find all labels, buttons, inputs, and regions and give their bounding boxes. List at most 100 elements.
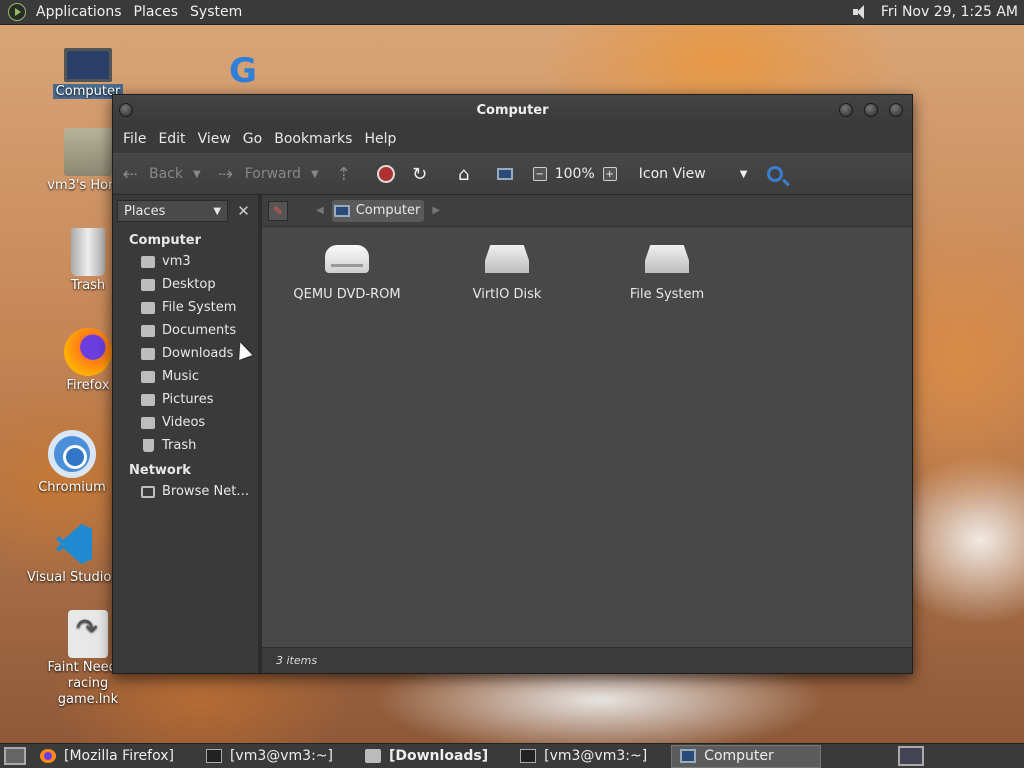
sidebar-item-music[interactable]: Music <box>113 365 258 388</box>
zoom-out-button[interactable]: − <box>532 167 547 181</box>
item-count: 3 items <box>276 654 318 667</box>
sidebar-selector[interactable]: Places ▼ <box>117 200 229 222</box>
menu-bookmarks[interactable]: Bookmarks <box>268 131 358 147</box>
top-menu: Applications Places System <box>30 0 248 24</box>
taskbar: [Mozilla Firefox] [vm3@vm3:~] [Downloads… <box>0 743 1024 768</box>
stop-button[interactable] <box>376 165 395 183</box>
network-icon <box>141 485 155 498</box>
computer-button[interactable] <box>496 168 519 180</box>
task-firefox[interactable]: [Mozilla Firefox] <box>32 745 182 768</box>
system-menu[interactable]: System <box>184 0 248 25</box>
sidebar-item-label: Videos <box>162 415 206 430</box>
places-menu[interactable]: Places <box>128 0 185 25</box>
menu-file[interactable]: File <box>117 131 152 147</box>
reload-icon: ↻ <box>412 163 428 185</box>
window-menu-icon[interactable] <box>119 103 133 117</box>
desktop-icon-label: Chromium <box>38 480 106 495</box>
menu-edit[interactable]: Edit <box>152 131 191 147</box>
reload-button[interactable]: ↻ <box>409 163 439 185</box>
view-mode-select[interactable]: Icon View ▼ <box>639 166 748 182</box>
content-pane: ✎ ◀ Computer ▶ QEMU DVD-ROM VirtIO Disk … <box>262 195 912 673</box>
home-button[interactable]: ⌂ <box>453 163 483 185</box>
zoom-controls: − 100% + <box>532 166 625 182</box>
desktop-icon-chromium[interactable]: Chromium <box>22 430 122 499</box>
desktop-icon-vscode[interactable]: Visual Studio Code <box>24 520 124 589</box>
firefox-icon <box>64 328 112 376</box>
menu-help[interactable]: Help <box>358 131 402 147</box>
chevron-down-icon: ▼ <box>213 205 222 217</box>
forward-history-caret[interactable]: ▼ <box>311 169 319 180</box>
minimize-button[interactable] <box>839 103 853 117</box>
item-file-system[interactable]: File System <box>602 245 732 302</box>
folder-icon <box>141 278 155 291</box>
task-terminal-2[interactable]: [vm3@vm3:~] <box>512 745 655 768</box>
chevron-down-icon: ▼ <box>739 168 748 180</box>
sidebar-item-desktop[interactable]: Desktop <box>113 273 258 296</box>
shortcut-icon <box>68 610 108 658</box>
task-label: [vm3@vm3:~] <box>229 748 333 764</box>
sidebar-item-label: Trash <box>162 438 197 453</box>
item-label: QEMU DVD-ROM <box>293 287 401 302</box>
item-virtio-disk[interactable]: VirtIO Disk <box>442 245 572 302</box>
search-icon <box>767 166 784 182</box>
task-computer[interactable]: Computer <box>671 744 822 768</box>
item-qemu-dvd-rom[interactable]: QEMU DVD-ROM <box>282 245 412 302</box>
zoom-in-button[interactable]: + <box>602 167 617 181</box>
task-label: [vm3@vm3:~] <box>544 748 648 764</box>
view-mode-label: Icon View <box>638 166 706 182</box>
sidebar-item-documents[interactable]: Documents <box>113 319 258 342</box>
sidebar-item-vm3[interactable]: vm3 <box>113 250 258 273</box>
menu-view[interactable]: View <box>192 131 237 147</box>
sidebar-item-trash[interactable]: Trash <box>113 434 258 457</box>
path-left-arrow[interactable]: ◀ <box>316 205 324 216</box>
back-button[interactable]: ⇠ Back ▼ <box>119 163 201 185</box>
task-terminal-1[interactable]: [vm3@vm3:~] <box>198 745 341 768</box>
desktop-icon-label: Trash <box>70 278 106 293</box>
back-history-caret[interactable]: ▼ <box>193 169 201 180</box>
path-right-arrow[interactable]: ▶ <box>432 205 440 216</box>
terminal-icon <box>205 749 222 763</box>
maximize-button[interactable] <box>864 103 878 117</box>
drive-icon <box>141 301 155 314</box>
home-folder-icon: ⌂ <box>458 163 470 185</box>
sidebar-item-label: Documents <box>162 323 237 338</box>
back-label: Back <box>149 166 183 182</box>
sidebar-item-label: Desktop <box>162 277 216 292</box>
sidebar-item-file-system[interactable]: File System <box>113 296 258 319</box>
sidebar-item-label: Pictures <box>162 392 214 407</box>
window-titlebar[interactable]: Computer <box>113 95 912 125</box>
sidebar-item-label: vm3 <box>162 254 191 269</box>
applications-menu[interactable]: Applications <box>30 0 128 25</box>
back-arrow-icon: ⇠ <box>122 163 138 185</box>
firefox-icon <box>40 749 56 763</box>
item-label: File System <box>629 287 705 302</box>
distro-logo-icon[interactable] <box>8 3 26 21</box>
task-label: [Mozilla Firefox] <box>64 748 174 764</box>
sidebar-item-browse-network[interactable]: Browse Net… <box>113 480 258 503</box>
home-folder-icon <box>64 128 112 176</box>
show-desktop-icon[interactable] <box>4 747 26 765</box>
task-downloads[interactable]: [Downloads] <box>357 745 496 768</box>
file-manager-window: Computer File Edit View Go Bookmarks Hel… <box>112 94 913 674</box>
path-button-label: Computer <box>355 203 421 218</box>
workspace-switcher-icon[interactable] <box>898 746 924 766</box>
menu-go[interactable]: Go <box>237 131 268 147</box>
forward-arrow-icon: ⇢ <box>218 163 234 185</box>
volume-icon[interactable] <box>851 3 871 21</box>
gimp-icon[interactable]: G <box>222 54 264 88</box>
path-button-computer[interactable]: Computer <box>331 199 425 222</box>
search-button[interactable] <box>767 166 784 182</box>
sidebar-item-label: Music <box>162 369 199 384</box>
forward-button[interactable]: ⇢ Forward ▼ <box>215 163 319 185</box>
close-button[interactable] <box>889 103 903 117</box>
location-edit-button[interactable]: ✎ <box>268 200 288 221</box>
sidebar-item-pictures[interactable]: Pictures <box>113 388 258 411</box>
task-label: Computer <box>704 748 774 764</box>
task-label: [Downloads] <box>388 748 489 764</box>
sidebar-item-videos[interactable]: Videos <box>113 411 258 434</box>
item-label: VirtIO Disk <box>472 287 542 302</box>
sidebar-close-button[interactable]: ✕ <box>233 200 254 222</box>
up-button[interactable]: ⇡ <box>333 163 363 185</box>
computer-icon <box>680 749 697 763</box>
clock[interactable]: Fri Nov 29, 1:25 AM <box>881 4 1018 20</box>
